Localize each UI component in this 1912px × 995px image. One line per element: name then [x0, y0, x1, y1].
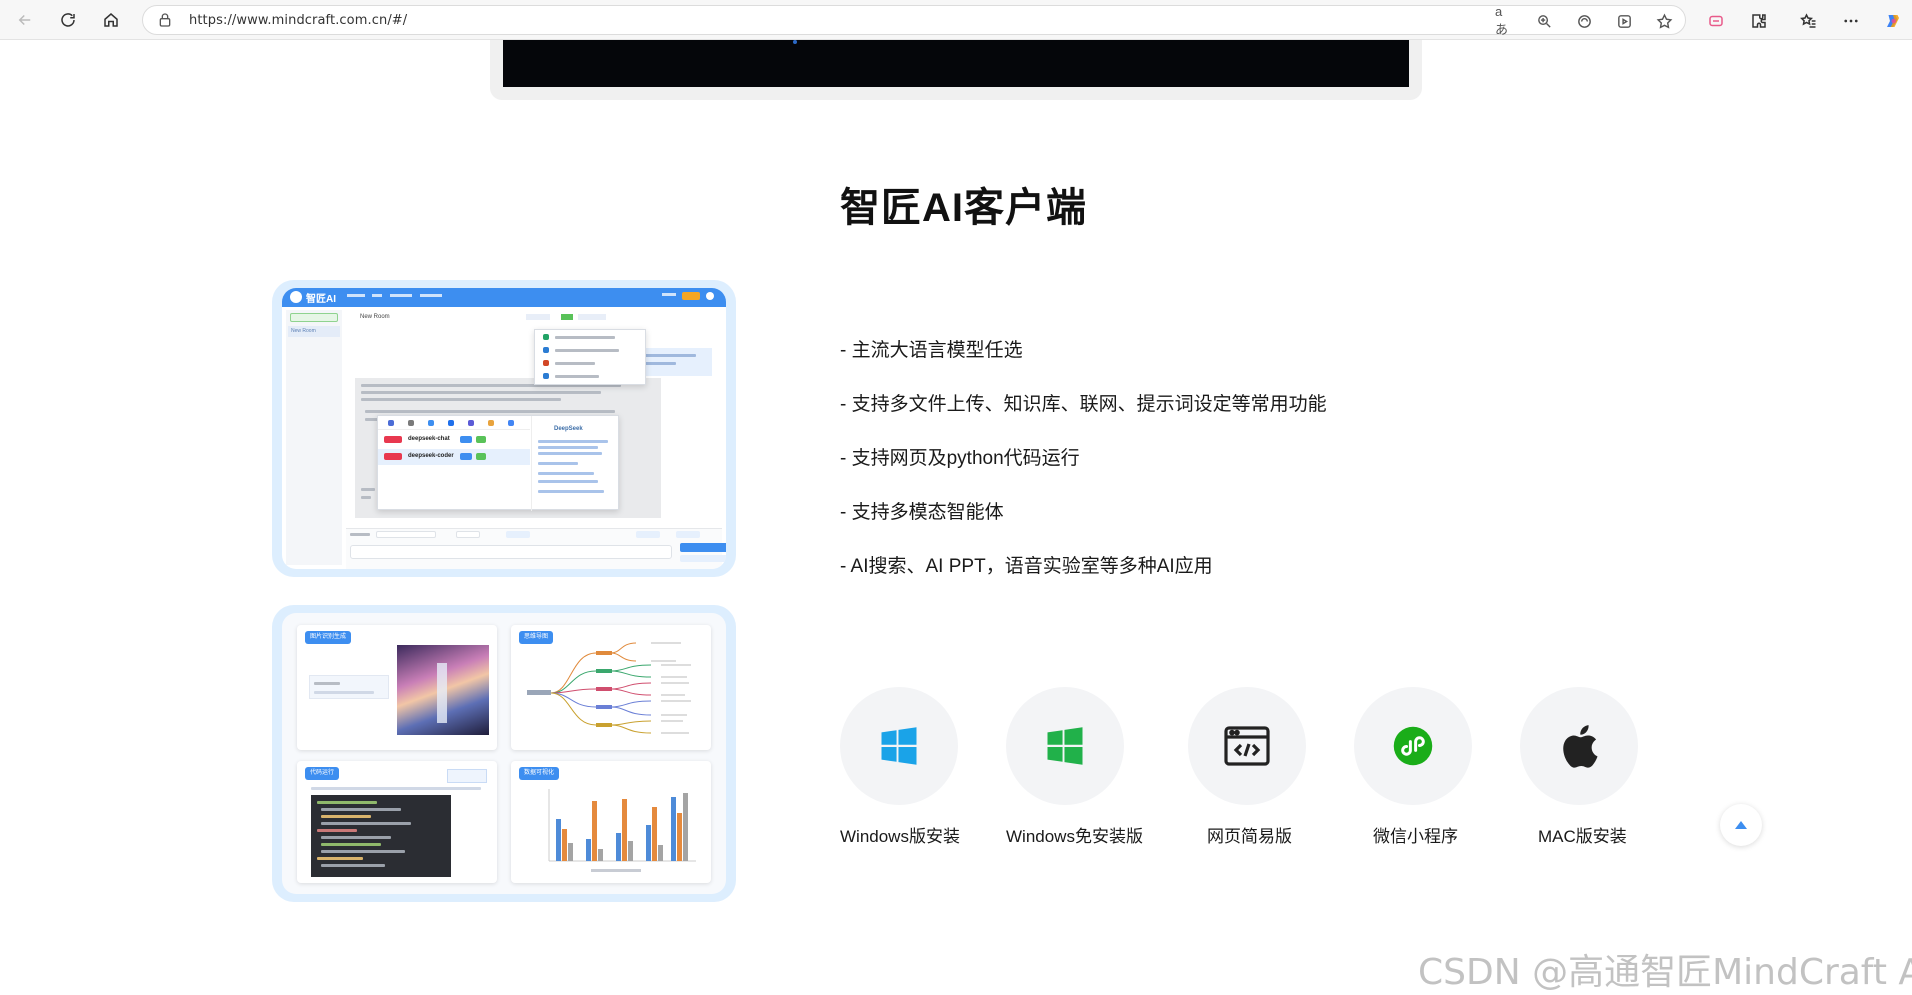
sidebar-room-label: New Room: [291, 328, 316, 334]
app-chat-input: [350, 545, 672, 559]
more-menu-icon[interactable]: [1840, 10, 1862, 32]
app-preview: 智匠AI New Room New Room deepseek-chat dee…: [282, 288, 726, 569]
vip-badge: [682, 292, 700, 300]
card-tag: 代码运行: [305, 767, 340, 780]
apple-icon[interactable]: [1520, 687, 1638, 805]
windows-icon[interactable]: [840, 687, 958, 805]
lock-icon[interactable]: [157, 12, 173, 28]
model-panel-title: DeepSeek: [554, 426, 583, 432]
bar-chart-graphic: [548, 789, 696, 872]
web-code-icon[interactable]: [1188, 687, 1306, 805]
app-nav-item: [372, 294, 382, 297]
new-chat-button: [290, 313, 338, 322]
feature-list: - 主流大语言模型任选 - 支持多文件上传、知识库、联网、提示词设定等常用功能 …: [840, 336, 1327, 606]
feature-card-chart: 数据可视化: [511, 761, 711, 883]
feature-card-image: 图片识别生成: [297, 625, 497, 750]
generated-image: [397, 645, 489, 735]
toolbar-chip: [578, 314, 606, 320]
card-tag: 图片识别生成: [305, 631, 352, 644]
feature-item: - 主流大语言模型任选: [840, 340, 1023, 361]
sidebar-room: New Room: [288, 326, 340, 337]
app-header: 智匠AI: [282, 288, 726, 307]
code-editor: [311, 795, 451, 877]
app-send-button: [680, 543, 726, 552]
app-user: [662, 293, 676, 296]
mindmap-graphic: [527, 642, 691, 734]
feature-preview: 图片识别生成 思维导图 代码运行 数据可视化: [282, 613, 726, 894]
wechat-miniprogram-icon[interactable]: [1354, 687, 1472, 805]
back-arrow-icon[interactable]: [12, 7, 38, 33]
feature-item: - 支持网页及python代码运行: [840, 448, 1080, 469]
csdn-watermark: CSDN @高通智匠MindCraft AI: [1418, 952, 1912, 993]
app-nav-item: [420, 294, 442, 297]
video-frame: [490, 40, 1422, 100]
app-preview-frame: 智匠AI New Room New Room deepseek-chat dee…: [272, 280, 736, 577]
caret-up-icon: [1735, 821, 1747, 829]
file-list-popup: [534, 329, 646, 385]
address-bar[interactable]: https://www.mindcraft.com.cn/#/ aあ: [142, 4, 1686, 37]
refresh-icon[interactable]: [55, 7, 81, 33]
url-text[interactable]: https://www.mindcraft.com.cn/#/: [189, 13, 407, 28]
install-label[interactable]: 微信小程序: [1373, 822, 1458, 847]
app-sidebar: New Room: [286, 310, 342, 565]
home-icon[interactable]: [98, 7, 124, 33]
app-input-area: [346, 528, 726, 569]
feature-card-code: 代码运行: [297, 761, 497, 883]
room-title: New Room: [360, 314, 390, 320]
zoom-icon[interactable]: [1535, 12, 1553, 30]
model-picker-popup: deepseek-chat deepseek-coder DeepSeek: [377, 415, 619, 511]
app-logo-text: 智匠AI: [306, 294, 336, 305]
install-label[interactable]: Windows版安装: [840, 822, 960, 847]
windows-icon[interactable]: [1006, 687, 1124, 805]
app-logo-icon: [290, 291, 302, 303]
model-vendor-row: [378, 416, 530, 430]
app-nav-item: [347, 294, 365, 297]
image-waterfall: [437, 663, 447, 723]
model-row: deepseek-chat: [378, 432, 530, 448]
feature-preview-frame: 图片识别生成 思维导图 代码运行 数据可视化: [272, 605, 736, 902]
video-highlight: [793, 40, 797, 44]
install-label[interactable]: Windows免安装版: [1006, 822, 1143, 847]
model-name: deepseek-chat: [408, 436, 450, 442]
model-name: deepseek-coder: [408, 453, 454, 459]
feature-item: - AI搜索、AI PPT，语音实验室等多种AI应用: [840, 556, 1213, 577]
model-detail-panel: DeepSeek: [531, 416, 619, 511]
install-label[interactable]: MAC版安装: [1538, 822, 1627, 847]
back-to-top-button[interactable]: [1720, 804, 1762, 846]
video-player[interactable]: [503, 40, 1409, 87]
model-row-selected: deepseek-coder: [378, 449, 530, 465]
toolbar-chip: [561, 314, 573, 320]
prompt-box: [309, 675, 389, 699]
app-available-icon[interactable]: [1615, 12, 1633, 30]
code-toolbar: [447, 769, 487, 783]
bell-icon: [706, 292, 714, 300]
app-nav-item: [390, 294, 412, 297]
favorites-bar-icon[interactable]: [1797, 10, 1819, 32]
tracking-icon[interactable]: [1575, 12, 1593, 30]
extension-pink-icon[interactable]: [1705, 10, 1727, 32]
copilot-icon[interactable]: [1882, 10, 1904, 32]
browser-toolbar: https://www.mindcraft.com.cn/#/ aあ: [0, 0, 1912, 40]
toolbar-chip: [526, 314, 550, 320]
favorite-star-icon[interactable]: [1655, 12, 1673, 30]
feature-item: - 支持多文件上传、知识库、联网、提示词设定等常用功能: [840, 394, 1327, 415]
translate-icon[interactable]: aあ: [1495, 4, 1513, 37]
section-title: 智匠AI客户端: [840, 186, 1087, 230]
install-label[interactable]: 网页简易版: [1207, 822, 1292, 847]
feature-item: - 支持多模态智能体: [840, 502, 1004, 523]
extensions-icon[interactable]: [1748, 10, 1770, 32]
feature-card-mindmap: 思维导图: [511, 625, 711, 750]
